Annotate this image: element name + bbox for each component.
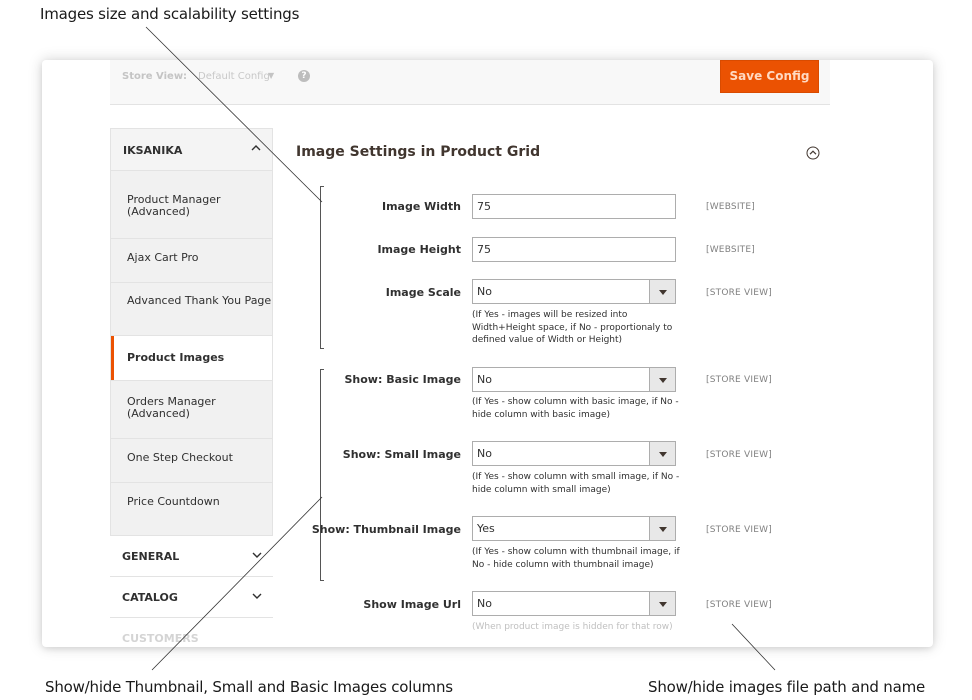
bracket-show-columns [320, 369, 324, 581]
select-value: Yes [477, 522, 495, 535]
scope-badge: [STORE VIEW] [706, 288, 772, 298]
help-icon[interactable]: ? [298, 70, 310, 82]
field-note: (When product image is hidden for that r… [472, 622, 673, 632]
field-note: (If Yes - show column with small image, … [472, 472, 680, 495]
show-thumbnail-label: Show: Thumbnail Image [311, 523, 461, 536]
callout-show-image-url: Show/hide images file path and name [648, 678, 926, 696]
show-thumbnail-select[interactable]: Yes [472, 516, 676, 541]
sidebar-group-label: CUSTOMERS [122, 632, 199, 645]
show-image-url-select[interactable]: No [472, 591, 676, 616]
scope-badge: [STORE VIEW] [706, 525, 772, 535]
sidebar-item-one-step-checkout[interactable]: One Step Checkout [111, 452, 272, 464]
image-scale-select[interactable]: No [472, 279, 676, 304]
sidebar-group-label: CATALOG [122, 591, 178, 604]
bracket-size-settings [320, 186, 324, 349]
sidebar-group-catalog[interactable]: CATALOG [110, 576, 273, 617]
scope-badge: [WEBSITE] [706, 245, 755, 255]
admin-panel: Store View: Default Config ▼ ? Save Conf… [42, 60, 933, 647]
sidebar-item-orders-manager[interactable]: Orders Manager (Advanced) [111, 396, 272, 420]
image-width-input[interactable]: 75 [472, 194, 676, 219]
image-height-label: Image Height [377, 243, 461, 256]
sidebar-group-iksanika[interactable]: IKSANIKA [110, 128, 273, 171]
sidebar-item-product-manager[interactable]: Product Manager (Advanced) [111, 194, 272, 218]
sidebar-group-general[interactable]: GENERAL [110, 535, 273, 576]
show-basic-select[interactable]: No [472, 367, 676, 392]
callout-image-size: Images size and scalability settings [40, 5, 300, 23]
select-value: No [477, 597, 492, 610]
sidebar-item-thank-you-page[interactable]: Advanced Thank You Page [111, 295, 272, 307]
caret-down-icon [649, 517, 675, 540]
caret-down-icon [649, 442, 675, 465]
store-view-label: Store View: [122, 71, 188, 82]
caret-down-icon [649, 592, 675, 615]
field-note: (If Yes - images will be resized into Wi… [472, 310, 673, 345]
sidebar-item-ajax-cart-pro[interactable]: Ajax Cart Pro [111, 252, 272, 264]
select-value: No [477, 285, 492, 298]
store-view-bar: Store View: Default Config ▼ ? Save Conf… [110, 60, 830, 105]
chevron-down-icon [252, 552, 262, 558]
show-basic-label: Show: Basic Image [344, 373, 462, 386]
select-value: No [477, 373, 492, 386]
image-height-input[interactable]: 75 [472, 237, 676, 262]
image-scale-label: Image Scale [385, 286, 461, 299]
scope-badge: [STORE VIEW] [706, 600, 772, 610]
show-image-url-label: Show Image Url [363, 598, 461, 611]
save-config-button[interactable]: Save Config [720, 60, 819, 93]
sidebar-group-label: IKSANIKA [123, 144, 183, 157]
sidebar-item-price-countdown[interactable]: Price Countdown [111, 496, 272, 508]
caret-down-icon [649, 280, 675, 303]
sidebar-subitems: Product Manager (Advanced) Ajax Cart Pro… [110, 171, 273, 535]
scope-badge: [STORE VIEW] [706, 375, 772, 385]
sidebar-group-label: GENERAL [122, 550, 180, 563]
config-sidebar: IKSANIKA Product Manager (Advanced) Ajax… [110, 128, 273, 647]
caret-down-icon [649, 368, 675, 391]
sidebar-group-customers[interactable]: CUSTOMERS [110, 617, 273, 647]
scope-badge: [STORE VIEW] [706, 450, 772, 460]
chevron-up-icon [251, 145, 261, 151]
select-value: No [477, 447, 492, 460]
image-width-label: Image Width [381, 200, 461, 213]
scope-badge: [WEBSITE] [706, 202, 755, 212]
show-small-label: Show: Small Image [342, 448, 461, 461]
callout-show-hide-columns: Show/hide Thumbnail, Small and Basic Ima… [45, 678, 453, 696]
chevron-down-icon [252, 593, 262, 599]
section-title: Image Settings in Product Grid [296, 144, 541, 160]
show-small-select[interactable]: No [472, 441, 676, 466]
field-note: (If Yes - show column with thumbnail ima… [472, 547, 680, 570]
store-view-select[interactable]: Default Config [198, 71, 270, 82]
sidebar-item-product-images[interactable]: Product Images [111, 336, 272, 380]
caret-down-icon: ▼ [268, 71, 275, 80]
field-note: (If Yes - show column with basic image, … [472, 397, 679, 420]
circle-chevron-up-icon[interactable] [806, 146, 820, 160]
